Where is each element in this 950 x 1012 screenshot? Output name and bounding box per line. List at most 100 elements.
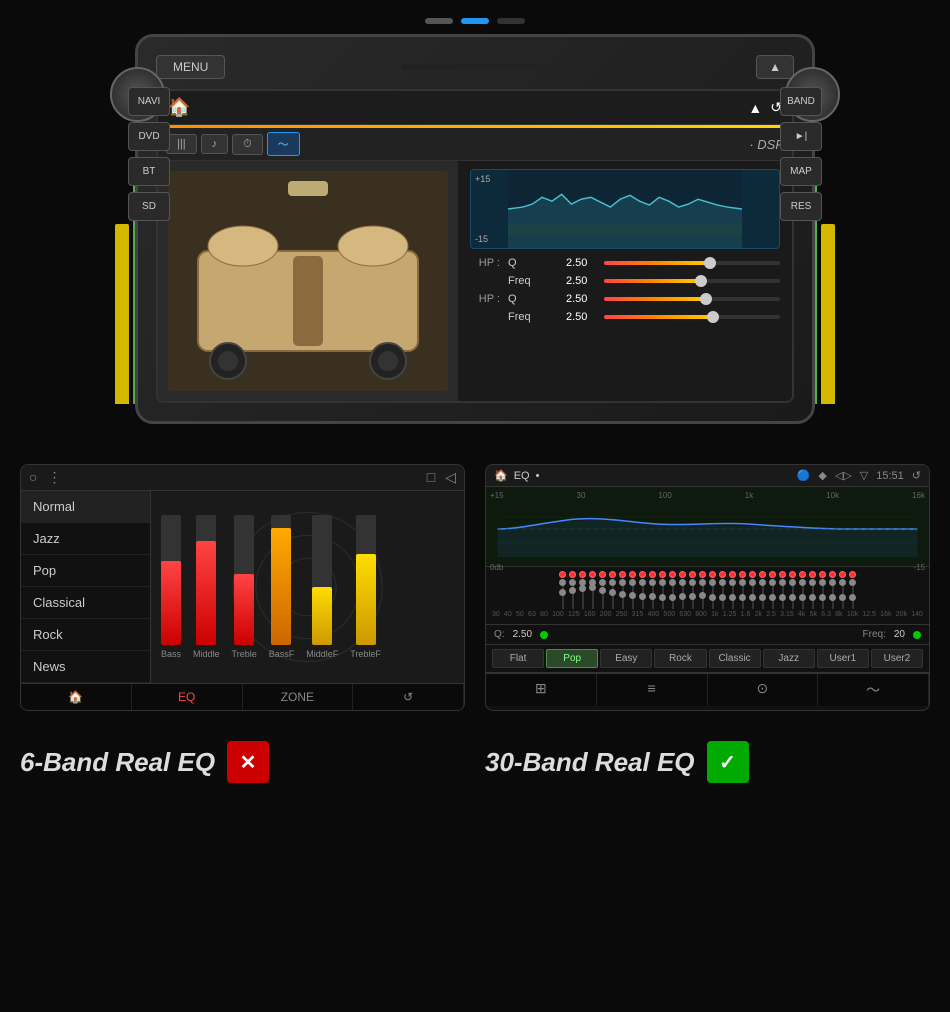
eq-slider-3[interactable]	[604, 297, 780, 301]
slider-19[interactable]	[739, 571, 746, 609]
eq-slider-1[interactable]	[604, 261, 780, 265]
freq-label-10k: 10k	[826, 491, 839, 500]
eq-value-3: 2.50	[566, 293, 596, 305]
eq-curve-svg	[490, 502, 925, 557]
slider-7[interactable]	[619, 571, 626, 609]
slider-30[interactable]	[849, 571, 856, 609]
slider-26[interactable]	[809, 571, 816, 609]
slider-23[interactable]	[779, 571, 786, 609]
slider-17[interactable]	[719, 571, 726, 609]
refresh-icon[interactable]: ↺	[912, 469, 921, 482]
preset-pop-30[interactable]: Pop	[546, 649, 598, 668]
preset-rock[interactable]: Rock	[21, 619, 150, 651]
slider-16[interactable]	[709, 571, 716, 609]
footer-30-circle[interactable]: ⊙	[708, 674, 819, 706]
next-button[interactable]: ►|	[780, 122, 822, 151]
preset-news[interactable]: News	[21, 651, 150, 683]
footer-30-grid[interactable]: ⊞	[486, 674, 597, 706]
eq-bar	[115, 224, 129, 404]
slider-20[interactable]	[749, 571, 756, 609]
slider-24[interactable]	[789, 571, 796, 609]
bt-button[interactable]: BT	[128, 157, 170, 186]
home-small-icon[interactable]: 🏠	[494, 469, 508, 482]
disc-icon[interactable]: ▲	[748, 100, 762, 116]
slider-4[interactable]	[589, 571, 596, 609]
navi-button[interactable]: NAVI	[128, 87, 170, 116]
slider-9[interactable]	[639, 571, 646, 609]
freq-3.15k: 3.15	[780, 611, 794, 618]
footer-back-btn[interactable]: ↺	[353, 684, 464, 710]
preset-user1[interactable]: User1	[817, 649, 869, 668]
window-icon: □	[427, 469, 435, 486]
eq-slider-4[interactable]	[604, 315, 780, 319]
eject-button[interactable]: ▲	[756, 55, 794, 79]
preset-rock-30[interactable]: Rock	[654, 649, 706, 668]
preset-pop[interactable]: Pop	[21, 555, 150, 587]
toolbar-eq-btn[interactable]: |||	[166, 134, 197, 154]
preset-flat[interactable]: Flat	[492, 649, 544, 668]
slider-2[interactable]	[569, 571, 576, 609]
preset-easy[interactable]: Easy	[600, 649, 652, 668]
footer-30-wave[interactable]: 〜	[818, 674, 929, 706]
dsp-label: · DSP	[749, 137, 784, 152]
slider-13[interactable]	[679, 571, 686, 609]
footer-zone-btn[interactable]: ZONE	[243, 684, 354, 710]
slider-27[interactable]	[819, 571, 826, 609]
dot-1[interactable]	[425, 18, 453, 24]
freq-630: 630	[679, 611, 691, 618]
slider-11[interactable]	[659, 571, 666, 609]
dot-indicator: •	[536, 470, 540, 482]
slider-21[interactable]	[759, 571, 766, 609]
menu-button[interactable]: MENU	[156, 55, 225, 79]
freq-16k: 16k	[880, 611, 891, 618]
preset-classic[interactable]: Classic	[709, 649, 761, 668]
slider-10[interactable]	[649, 571, 656, 609]
preset-classical[interactable]: Classical	[21, 587, 150, 619]
toolbar-sound-btn[interactable]: ♪	[201, 134, 229, 154]
freq-2.5k: 2.5	[766, 611, 776, 618]
db-label-0: 0db	[490, 563, 503, 572]
slider-5[interactable]	[599, 571, 606, 609]
slider-22[interactable]	[769, 571, 776, 609]
dot-3[interactable]	[497, 18, 525, 24]
time-display: 15:51	[876, 470, 904, 482]
preset-jazz-30[interactable]: Jazz	[763, 649, 815, 668]
preset-jazz[interactable]: Jazz	[21, 523, 150, 555]
eq-param-1: Q	[508, 257, 558, 269]
slider-12[interactable]	[669, 571, 676, 609]
slider-14[interactable]	[689, 571, 696, 609]
slider-1[interactable]	[559, 571, 566, 609]
dot-2[interactable]	[461, 18, 489, 24]
footer-30-list[interactable]: ≡	[597, 674, 708, 706]
bluetooth-icon: 🔵	[797, 469, 811, 482]
eq-row-3: HP : Q 2.50	[470, 293, 780, 305]
slider-18[interactable]	[729, 571, 736, 609]
slider-25[interactable]	[799, 571, 806, 609]
sd-button[interactable]: SD	[128, 192, 170, 221]
freq-8k: 8k	[835, 611, 842, 618]
q-label: Q:	[494, 629, 505, 640]
preset-user2[interactable]: User2	[871, 649, 923, 668]
preset-normal[interactable]: Normal	[21, 491, 150, 523]
home-icon[interactable]: 🏠	[168, 97, 190, 118]
slider-8[interactable]	[629, 571, 636, 609]
eq-slider-2[interactable]	[604, 279, 780, 283]
bar-label-middle: Middle	[193, 649, 220, 659]
check-icon: ✓	[719, 750, 736, 775]
band-button[interactable]: BAND	[780, 87, 822, 116]
slider-29[interactable]	[839, 571, 846, 609]
slider-28[interactable]	[829, 571, 836, 609]
toolbar-time-btn[interactable]: ⏱	[232, 134, 263, 155]
dsp-controls: +15 -15	[458, 161, 792, 401]
slider-15[interactable]	[699, 571, 706, 609]
footer-eq-btn[interactable]: EQ	[132, 684, 243, 710]
map-button[interactable]: MAP	[780, 157, 822, 186]
toolbar-wave-btn[interactable]: 〜	[267, 132, 300, 156]
freq-160: 160	[584, 611, 596, 618]
dvd-button[interactable]: DVD	[128, 122, 170, 151]
slider-3[interactable]	[579, 571, 586, 609]
res-button[interactable]: RES	[780, 192, 822, 221]
freq-40: 40	[504, 611, 512, 618]
footer-home-btn[interactable]: 🏠	[21, 684, 132, 710]
slider-6[interactable]	[609, 571, 616, 609]
